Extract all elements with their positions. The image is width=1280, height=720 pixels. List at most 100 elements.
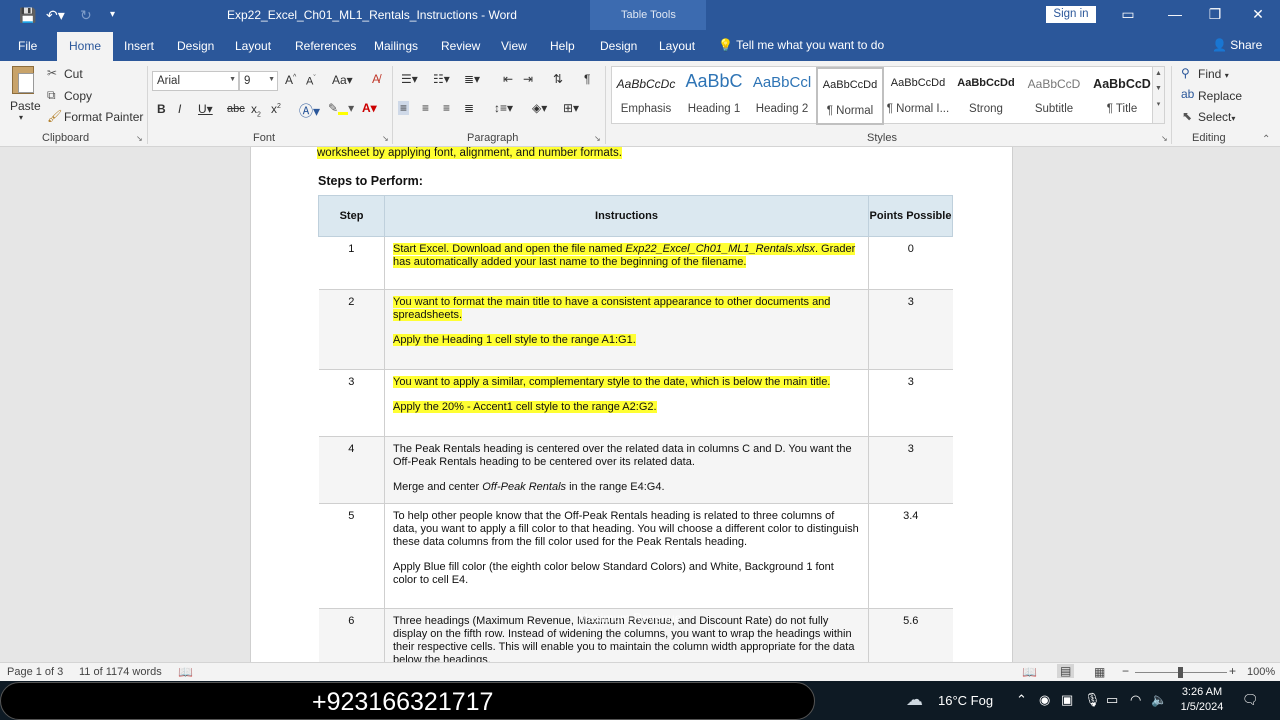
minimize-icon[interactable]: —	[1165, 6, 1185, 22]
font-launcher-icon[interactable]: ↘	[382, 134, 389, 143]
tab-table-design[interactable]: Design	[600, 39, 637, 53]
style-title[interactable]: AaBbCcD ¶ Title	[1088, 67, 1156, 125]
multilevel-list-icon[interactable]: ≣▾	[464, 72, 480, 86]
microphone-icon[interactable]: 🎙	[1084, 692, 1101, 708]
superscript-icon[interactable]: x2	[271, 102, 281, 116]
select-button[interactable]: Select▾	[1198, 110, 1235, 124]
sort-icon[interactable]: ⇅	[553, 72, 563, 86]
tab-help[interactable]: Help	[550, 39, 575, 53]
tab-insert[interactable]: Insert	[124, 39, 154, 53]
zoom-in-icon[interactable]: +	[1229, 664, 1236, 678]
text-effects-icon[interactable]: Ⓐ▾	[299, 101, 320, 121]
bold-icon[interactable]: B	[157, 102, 166, 116]
tab-review[interactable]: Review	[441, 39, 480, 53]
tab-table-layout[interactable]: Layout	[659, 39, 695, 53]
zoom-out-icon[interactable]: −	[1122, 664, 1129, 678]
paste-dropdown-icon[interactable]: ▾	[19, 113, 23, 122]
underline-icon[interactable]: U▾	[198, 102, 213, 116]
collapse-ribbon-icon[interactable]: ⌃	[1262, 134, 1270, 145]
ribbon-display-icon[interactable]: ▭	[1118, 6, 1138, 23]
word-count[interactable]: 11 of 1174 words	[79, 666, 162, 678]
restore-icon[interactable]: ❐	[1205, 6, 1225, 23]
cut-button[interactable]: Cut	[64, 67, 83, 81]
shading-icon[interactable]: ◈▾	[532, 101, 547, 115]
copy-button[interactable]: Copy	[64, 89, 92, 103]
meet-icon[interactable]: ▣	[1061, 692, 1073, 708]
align-center-icon[interactable]: ≡	[422, 101, 429, 115]
close-icon[interactable]: ✕	[1248, 6, 1268, 23]
web-layout-icon[interactable]: ▦	[1094, 665, 1105, 679]
font-name-combo[interactable]: Arial ▼	[152, 71, 239, 91]
style-strong[interactable]: AaBbCcDd Strong	[952, 67, 1020, 125]
tab-home[interactable]: Home	[57, 32, 114, 61]
scroll-down-icon[interactable]: ▼	[1153, 85, 1164, 92]
clipboard-launcher-icon[interactable]: ↘	[136, 134, 143, 143]
italic-icon[interactable]: I	[178, 102, 181, 116]
tab-design[interactable]: Design	[177, 39, 214, 53]
weather-text[interactable]: 16°C Fog	[938, 693, 993, 708]
read-mode-icon[interactable]: 📖	[1022, 665, 1037, 679]
scroll-up-icon[interactable]: ▲	[1153, 70, 1164, 77]
style-normal[interactable]: AaBbCcDd ¶ Normal	[816, 67, 884, 125]
find-button[interactable]: Find ▾	[1198, 67, 1229, 81]
shrink-font-icon[interactable]: Aˇ	[306, 75, 316, 88]
undo-icon[interactable]: ↶▾	[46, 7, 65, 24]
clock[interactable]: 3:26 AM 1/5/2024	[1179, 685, 1225, 715]
share-button[interactable]: 👤 Share	[1212, 38, 1262, 52]
cloud-icon[interactable]: ☁	[906, 690, 923, 710]
borders-icon[interactable]: ⊞▾	[563, 101, 579, 115]
paragraph-launcher-icon[interactable]: ↘	[594, 134, 601, 143]
tell-me-search[interactable]: 💡 Tell me what you want to do	[718, 38, 884, 52]
customize-toolbar-icon[interactable]: ▾	[110, 9, 115, 20]
style-heading-1[interactable]: AaBbC Heading 1	[680, 67, 748, 125]
style-heading-2[interactable]: AaBbCcl Heading 2	[748, 67, 816, 125]
clear-formatting-icon[interactable]: A̸	[372, 72, 380, 86]
paste-button[interactable]: Paste	[10, 99, 41, 113]
grow-font-icon[interactable]: A^	[285, 73, 296, 87]
strikethrough-icon[interactable]: abc	[227, 103, 245, 115]
change-case-icon[interactable]: Aa▾	[332, 73, 353, 87]
tab-file[interactable]: File	[18, 39, 37, 53]
font-size-combo[interactable]: 9 ▼	[239, 71, 278, 91]
page-count[interactable]: Page 1 of 3	[7, 666, 63, 678]
highlight-color-icon[interactable]: ✎ ▾	[328, 101, 354, 115]
styles-launcher-icon[interactable]: ↘	[1161, 134, 1168, 143]
show-formatting-icon[interactable]: ¶	[584, 72, 590, 86]
tab-mailings[interactable]: Mailings	[374, 39, 418, 53]
chevron-up-icon[interactable]: ⌃	[1016, 692, 1027, 708]
align-right-icon[interactable]: ≡	[443, 101, 450, 115]
proofing-icon[interactable]: 📖	[178, 665, 193, 679]
volume-icon[interactable]: 🔈	[1151, 692, 1167, 708]
record-icon[interactable]: ◉	[1039, 692, 1050, 708]
more-styles-icon[interactable]: ▾	[1153, 100, 1164, 108]
document-page[interactable]: worksheet by applying font, alignment, a…	[250, 147, 1013, 662]
paste-icon[interactable]	[12, 66, 34, 94]
tab-view[interactable]: View	[501, 39, 527, 53]
font-color-icon[interactable]: A▾	[362, 101, 377, 115]
save-icon[interactable]: 💾	[19, 7, 36, 24]
wifi-icon[interactable]: ◠	[1130, 692, 1141, 708]
tab-references[interactable]: References	[295, 39, 356, 53]
style-normal-indent[interactable]: AaBbCcDd ¶ Normal I...	[884, 67, 952, 125]
numbering-icon[interactable]: ☷▾	[433, 72, 450, 86]
notifications-icon[interactable]: 🗨	[1242, 692, 1259, 708]
align-left-icon[interactable]: ≡	[398, 101, 410, 115]
zoom-level[interactable]: 100%	[1247, 666, 1275, 678]
redo-icon[interactable]: ↻	[80, 7, 92, 24]
tab-layout[interactable]: Layout	[235, 39, 271, 53]
increase-indent-icon[interactable]: ⇥	[523, 72, 533, 86]
style-subtitle[interactable]: AaBbCcD Subtitle	[1020, 67, 1088, 125]
sign-in-button[interactable]: Sign in	[1046, 6, 1096, 23]
bullets-icon[interactable]: ☰▾	[401, 72, 418, 86]
style-emphasis[interactable]: AaBbCcDc Emphasis	[612, 67, 680, 125]
justify-icon[interactable]: ≣	[464, 101, 474, 115]
zoom-slider-thumb[interactable]	[1178, 667, 1183, 678]
subscript-icon[interactable]: x2	[251, 102, 261, 118]
print-layout-icon[interactable]: ▤	[1057, 664, 1075, 678]
battery-icon[interactable]: ▭	[1106, 692, 1118, 708]
styles-gallery-scroll[interactable]: ▲ ▼ ▾	[1152, 66, 1165, 124]
format-painter-button[interactable]: Format Painter	[64, 110, 143, 124]
decrease-indent-icon[interactable]: ⇤	[503, 72, 513, 86]
line-spacing-icon[interactable]: ↕≡▾	[494, 101, 513, 115]
replace-button[interactable]: Replace	[1198, 89, 1242, 103]
